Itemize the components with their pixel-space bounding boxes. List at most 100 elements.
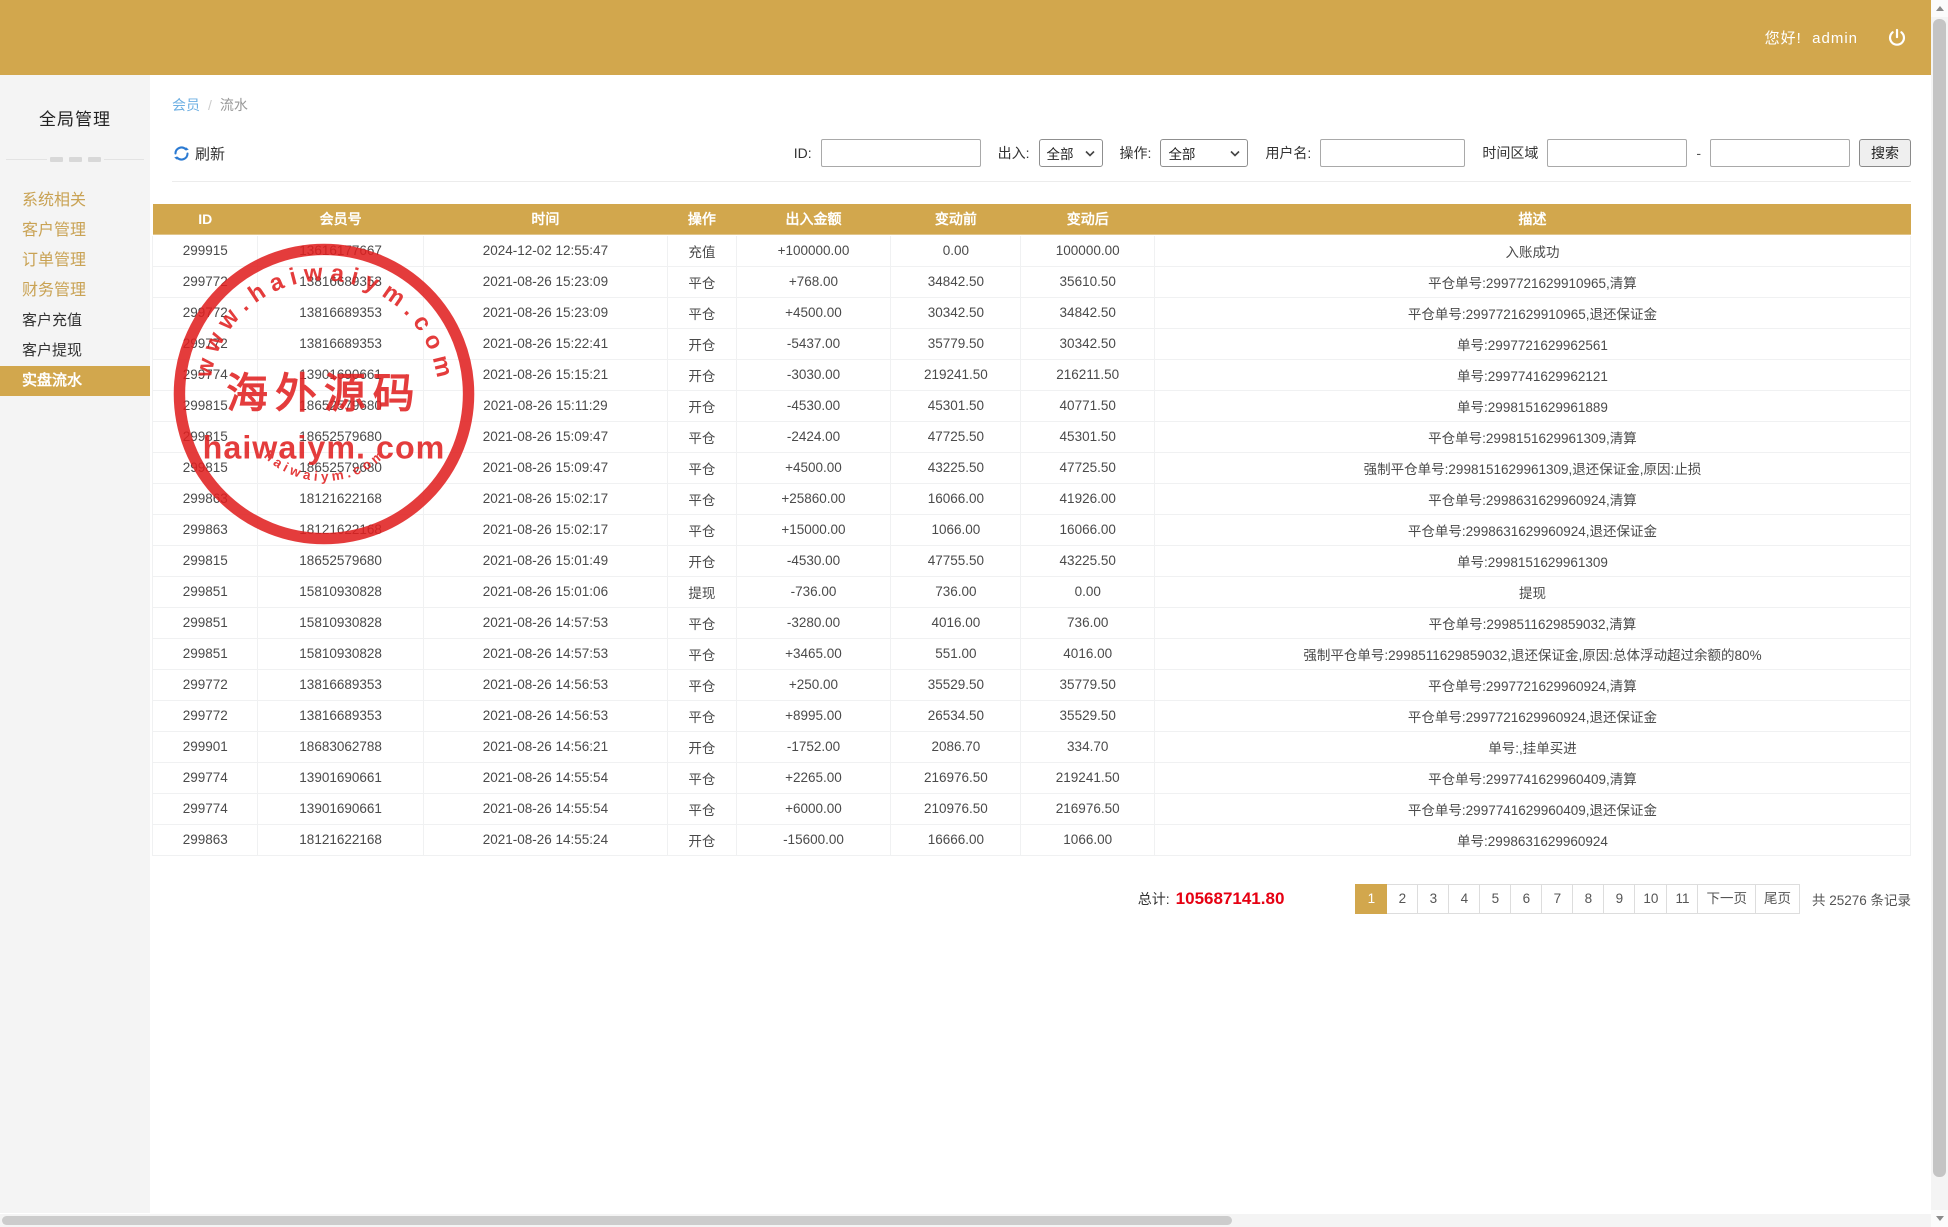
logout-button[interactable] — [1886, 27, 1908, 49]
table-cell: 4016.00 — [1021, 638, 1155, 669]
refresh-button[interactable]: 刷新 — [172, 143, 225, 164]
table-cell: 开仓 — [668, 824, 737, 855]
page-button-1[interactable]: 1 — [1355, 884, 1387, 914]
next-page-button[interactable]: 下一页 — [1697, 884, 1756, 914]
table-cell: 平仓 — [668, 421, 737, 452]
table-cell: 提现 — [668, 576, 737, 607]
table-cell: 35779.50 — [891, 328, 1021, 359]
last-page-button[interactable]: 尾页 — [1755, 884, 1800, 914]
page-button-5[interactable]: 5 — [1479, 884, 1511, 914]
sidebar-item-财务管理[interactable]: 财务管理 — [0, 276, 150, 306]
filter-bar: ID: 出入: 全部 操作: 全部 用户名: 时间区域 - 搜索 — [786, 139, 1911, 167]
table-cell: 平仓 — [668, 483, 737, 514]
table-cell: 13901690661 — [258, 359, 423, 390]
table-cell: 34842.50 — [891, 266, 1021, 297]
table-row: 299772138166893532021-08-26 15:23:09平仓+7… — [153, 266, 1911, 297]
table-cell: 216976.50 — [1021, 793, 1155, 824]
table-cell: 2021-08-26 15:02:17 — [423, 514, 667, 545]
table-cell: 单号:2997721629962561 — [1155, 328, 1911, 359]
pagination: 1234567891011 下一页 尾页 — [1356, 884, 1800, 914]
timerange-separator: - — [1696, 145, 1701, 161]
page-button-9[interactable]: 9 — [1603, 884, 1635, 914]
table-cell: 1066.00 — [1021, 824, 1155, 855]
table-cell: 开仓 — [668, 390, 737, 421]
table-cell: 2021-08-26 14:57:53 — [423, 638, 667, 669]
table-cell: +3465.00 — [736, 638, 891, 669]
page-button-8[interactable]: 8 — [1572, 884, 1604, 914]
action-select[interactable]: 全部 — [1160, 139, 1248, 167]
table-cell: 299863 — [153, 483, 258, 514]
sidebar-item-客户管理[interactable]: 客户管理 — [0, 216, 150, 246]
scroll-down-arrow-icon[interactable] — [1931, 1210, 1948, 1227]
page-button-3[interactable]: 3 — [1417, 884, 1449, 914]
vertical-scrollbar[interactable] — [1931, 0, 1948, 1227]
page-button-2[interactable]: 2 — [1386, 884, 1418, 914]
table-cell: 35610.50 — [1021, 266, 1155, 297]
table-cell: 13616177667 — [258, 235, 423, 266]
table-cell: 平仓 — [668, 793, 737, 824]
table-header-row: ID会员号时间操作出入金额变动前变动后描述 — [153, 204, 1911, 235]
sidebar-divider — [0, 154, 150, 164]
table-row: 299772138166893532021-08-26 15:22:41开仓-5… — [153, 328, 1911, 359]
table-cell: 47755.50 — [891, 545, 1021, 576]
table-row: 299815186525796802021-08-26 15:01:49开仓-4… — [153, 545, 1911, 576]
table-cell: 16666.00 — [891, 824, 1021, 855]
page-button-10[interactable]: 10 — [1634, 884, 1667, 914]
table-cell: -4530.00 — [736, 545, 891, 576]
table-cell: 210976.50 — [891, 793, 1021, 824]
table-cell: 13816689353 — [258, 297, 423, 328]
table-cell: 47725.50 — [1021, 452, 1155, 483]
sidebar-item-系统相关[interactable]: 系统相关 — [0, 186, 150, 216]
table-cell: 平仓单号:2998511629859032,清算 — [1155, 607, 1911, 638]
scroll-up-arrow-icon[interactable] — [1931, 0, 1948, 17]
sidebar-item-客户充值[interactable]: 客户充值 — [0, 306, 150, 336]
sidebar-item-订单管理[interactable]: 订单管理 — [0, 246, 150, 276]
username-filter-label: 用户名: — [1265, 143, 1311, 163]
table-cell: 13901690661 — [258, 762, 423, 793]
table-cell: 2021-08-26 15:23:09 — [423, 266, 667, 297]
sidebar: 全局管理 系统相关客户管理订单管理财务管理客户充值客户提现实盘流水 — [0, 75, 150, 1213]
table-cell: 299815 — [153, 545, 258, 576]
table-cell: 18652579680 — [258, 421, 423, 452]
table-cell: -3280.00 — [736, 607, 891, 638]
time-start-input[interactable] — [1547, 139, 1687, 167]
table-cell: 平仓 — [668, 452, 737, 483]
column-header: 变动前 — [891, 204, 1021, 235]
horizontal-scrollbar[interactable] — [0, 1214, 1931, 1227]
page-button-6[interactable]: 6 — [1510, 884, 1542, 914]
breadcrumb-parent-link[interactable]: 会员 — [172, 97, 200, 113]
table-cell: +4500.00 — [736, 452, 891, 483]
sidebar-item-实盘流水[interactable]: 实盘流水 — [0, 366, 150, 396]
table-cell: 299901 — [153, 731, 258, 762]
table-cell: 299772 — [153, 297, 258, 328]
page-buttons: 1234567891011 — [1356, 884, 1698, 914]
page-button-7[interactable]: 7 — [1541, 884, 1573, 914]
sidebar-item-客户提现[interactable]: 客户提现 — [0, 336, 150, 366]
records-count: 共 25276 条记录 — [1812, 889, 1911, 909]
username-filter-input[interactable] — [1320, 139, 1465, 167]
time-end-input[interactable] — [1710, 139, 1850, 167]
table-cell: 2021-08-26 15:09:47 — [423, 421, 667, 452]
page-button-11[interactable]: 11 — [1666, 884, 1698, 914]
vertical-scroll-thumb[interactable] — [1933, 19, 1946, 1177]
table-cell: 30342.50 — [1021, 328, 1155, 359]
page-button-4[interactable]: 4 — [1448, 884, 1480, 914]
table-cell: 入账成功 — [1155, 235, 1911, 266]
breadcrumb: 会员/流水 — [150, 75, 1931, 115]
column-header: 会员号 — [258, 204, 423, 235]
table-cell: 35529.50 — [1021, 700, 1155, 731]
table-cell: 平仓单号:2997721629910965,清算 — [1155, 266, 1911, 297]
horizontal-scroll-thumb[interactable] — [2, 1216, 1232, 1225]
table-cell: 13816689353 — [258, 328, 423, 359]
table-row: 299772138166893532021-08-26 14:56:53平仓+2… — [153, 669, 1911, 700]
table-row: 299774139016906612021-08-26 14:55:54平仓+2… — [153, 762, 1911, 793]
table-cell: 299863 — [153, 514, 258, 545]
inout-select[interactable]: 全部 — [1039, 139, 1103, 167]
table-cell: 强制平仓单号:2998151629961309,退还保证金,原因:止损 — [1155, 452, 1911, 483]
table-cell: 219241.50 — [891, 359, 1021, 390]
total-summary: 总计: 105687141.80 — [1138, 889, 1285, 909]
table-cell: 15810930828 — [258, 576, 423, 607]
search-button[interactable]: 搜索 — [1859, 139, 1911, 167]
username: admin — [1812, 30, 1858, 47]
id-filter-input[interactable] — [821, 139, 981, 167]
